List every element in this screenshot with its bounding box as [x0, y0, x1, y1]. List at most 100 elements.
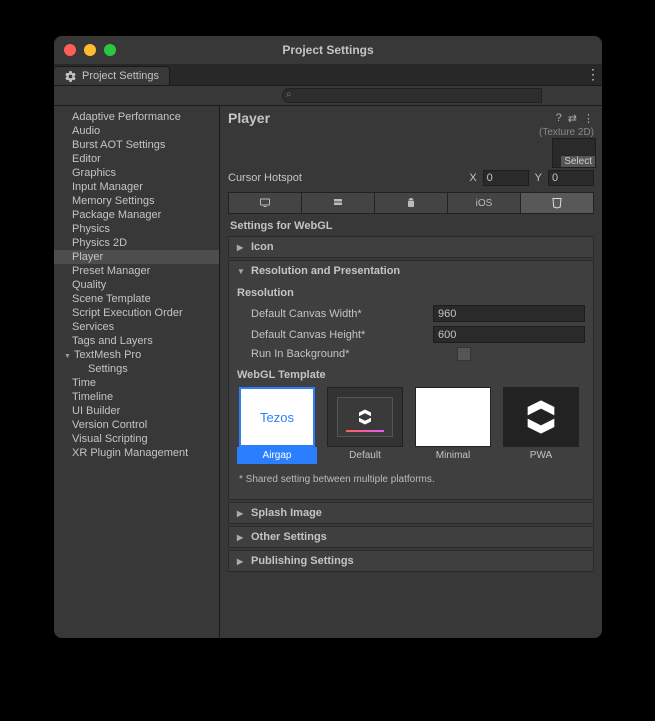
fold-other-header[interactable]: ▶Other Settings: [229, 527, 593, 547]
default-canvas-width-input[interactable]: [433, 305, 585, 322]
platform-tab-android[interactable]: [375, 193, 448, 213]
chevron-right-icon: ▶: [237, 509, 245, 518]
sidebar-item-physics-2d[interactable]: Physics 2D: [54, 236, 219, 250]
chevron-down-icon: ▼: [237, 267, 245, 276]
field-run-in-background: Run In Background*: [237, 345, 585, 363]
run-in-background-checkbox[interactable]: [457, 347, 471, 361]
sidebar-item-burst-aot-settings[interactable]: Burst AOT Settings: [54, 138, 219, 152]
template-airgap[interactable]: Tezos Airgap: [237, 387, 317, 464]
cursor-hotspot-row: Cursor Hotspot X Y: [220, 168, 602, 188]
sidebar-item-version-control[interactable]: Version Control: [54, 418, 219, 432]
fold-splash-image: ▶Splash Image: [228, 502, 594, 524]
fold-publishing-header[interactable]: ▶Publishing Settings: [229, 551, 593, 571]
sidebar-item-tags-and-layers[interactable]: Tags and Layers: [54, 334, 219, 348]
help-icon[interactable]: ?: [556, 112, 562, 124]
sidebar-item-textmesh-pro-settings[interactable]: Settings: [54, 362, 219, 376]
search-box: ⌕: [282, 88, 542, 103]
project-settings-window: Project Settings Project Settings ⋮ ⌕ Ad…: [54, 36, 602, 638]
cursor-x-input[interactable]: [483, 170, 529, 186]
unity-icon: [356, 408, 374, 426]
template-pwa-thumb: [503, 387, 579, 447]
titlebar: Project Settings: [54, 36, 602, 64]
zoom-window-button[interactable]: [104, 44, 116, 56]
close-window-button[interactable]: [64, 44, 76, 56]
panel-header: Player ? ⇄ ⋮: [220, 106, 602, 128]
texture-slot[interactable]: Select: [552, 138, 596, 168]
window-title: Project Settings: [54, 43, 602, 57]
sidebar-item-package-manager[interactable]: Package Manager: [54, 208, 219, 222]
sidebar-item-timeline[interactable]: Timeline: [54, 390, 219, 404]
sidebar-item-preset-manager[interactable]: Preset Manager: [54, 264, 219, 278]
minimize-window-button[interactable]: [84, 44, 96, 56]
main-panel: Player ? ⇄ ⋮ (Texture 2D) Select Cursor …: [220, 106, 602, 638]
sidebar-item-xr-plugin-management[interactable]: XR Plugin Management: [54, 446, 219, 460]
shared-setting-note: * Shared setting between multiple platfo…: [237, 464, 585, 491]
chevron-right-icon: ▶: [237, 533, 245, 542]
sidebar-item-adaptive-performance[interactable]: Adaptive Performance: [54, 110, 219, 124]
template-airgap-thumb: Tezos: [239, 387, 315, 447]
sidebar-item-script-execution-order[interactable]: Script Execution Order: [54, 306, 219, 320]
width-label: Default Canvas Width*: [237, 308, 433, 320]
chevron-right-icon: ▶: [237, 243, 245, 252]
fold-resolution-header[interactable]: ▼Resolution and Presentation: [229, 261, 593, 281]
fold-splash-header[interactable]: ▶Splash Image: [229, 503, 593, 523]
search-icon: ⌕: [286, 89, 292, 100]
template-minimal[interactable]: Minimal: [413, 387, 493, 464]
menu-icon[interactable]: ⋮: [583, 112, 594, 125]
cursor-y-label: Y: [535, 172, 542, 184]
platform-tab-server[interactable]: [302, 193, 375, 213]
tab-label: Project Settings: [82, 70, 159, 82]
sidebar-item-audio[interactable]: Audio: [54, 124, 219, 138]
fold-resolution-body: Resolution Default Canvas Width* Default…: [229, 281, 593, 499]
tab-project-settings[interactable]: Project Settings: [54, 66, 170, 85]
platform-tabs: iOS: [228, 192, 594, 214]
platform-tab-ios[interactable]: iOS: [448, 193, 521, 213]
settings-icon[interactable]: ⇄: [568, 112, 577, 125]
search-row: ⌕: [54, 86, 602, 106]
template-default-thumb: [327, 387, 403, 447]
field-default-canvas-height: Default Canvas Height*: [237, 324, 585, 345]
webgl-template-heading: WebGL Template: [237, 363, 585, 387]
sidebar-item-services[interactable]: Services: [54, 320, 219, 334]
monitor-icon: [258, 197, 272, 209]
sidebar-item-input-manager[interactable]: Input Manager: [54, 180, 219, 194]
resolution-heading: Resolution: [237, 285, 585, 303]
sidebar-item-time[interactable]: Time: [54, 376, 219, 390]
cursor-hotspot-label: Cursor Hotspot: [228, 172, 463, 184]
template-minimal-thumb: [415, 387, 491, 447]
fold-icon-header[interactable]: ▶Icon: [229, 237, 593, 257]
sidebar-item-ui-builder[interactable]: UI Builder: [54, 404, 219, 418]
platform-tab-standalone[interactable]: [229, 193, 302, 213]
sidebar-item-textmesh-pro[interactable]: TextMesh Pro: [54, 348, 219, 362]
texture-select-button[interactable]: Select: [561, 156, 595, 167]
sidebar-item-player[interactable]: Player: [54, 250, 219, 264]
panel-title: Player: [228, 110, 550, 126]
field-default-canvas-width: Default Canvas Width*: [237, 303, 585, 324]
sidebar-item-scene-template[interactable]: Scene Template: [54, 292, 219, 306]
cursor-y-input[interactable]: [548, 170, 594, 186]
default-canvas-height-input[interactable]: [433, 326, 585, 343]
template-airgap-label: Airgap: [237, 447, 317, 464]
search-input[interactable]: [282, 88, 542, 103]
android-icon: [405, 196, 417, 210]
chevron-right-icon: ▶: [237, 557, 245, 566]
sidebar-item-editor[interactable]: Editor: [54, 152, 219, 166]
settings-content: Settings for WebGL ▶Icon ▼Resolution and…: [220, 214, 602, 638]
template-default[interactable]: Default: [325, 387, 405, 464]
sidebar-item-visual-scripting[interactable]: Visual Scripting: [54, 432, 219, 446]
sidebar-item-graphics[interactable]: Graphics: [54, 166, 219, 180]
sidebar-item-quality[interactable]: Quality: [54, 278, 219, 292]
body: Adaptive Performance Audio Burst AOT Set…: [54, 106, 602, 638]
server-icon: [331, 197, 345, 209]
sidebar-item-physics[interactable]: Physics: [54, 222, 219, 236]
html5-icon: [551, 196, 563, 210]
sidebar-item-memory-settings[interactable]: Memory Settings: [54, 194, 219, 208]
cursor-x-label: X: [469, 172, 476, 184]
template-minimal-label: Minimal: [413, 447, 493, 464]
fold-icon: ▶Icon: [228, 236, 594, 258]
platform-tab-webgl[interactable]: [521, 193, 593, 213]
tab-menu-button[interactable]: ⋮: [584, 64, 602, 85]
section-label: Settings for WebGL: [228, 214, 594, 236]
fold-publishing-settings: ▶Publishing Settings: [228, 550, 594, 572]
template-pwa[interactable]: PWA: [501, 387, 581, 464]
